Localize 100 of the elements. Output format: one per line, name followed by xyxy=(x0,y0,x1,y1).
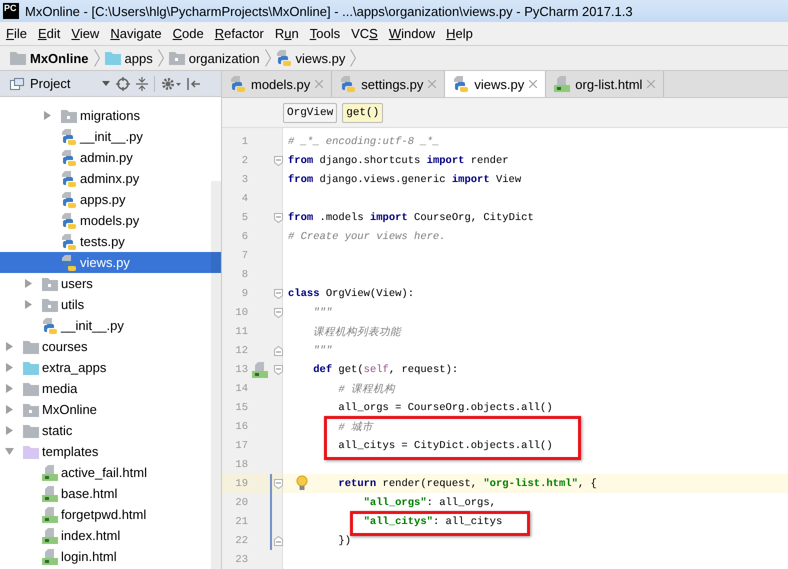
tree-item[interactable]: active_fail.html xyxy=(0,462,221,483)
fold-icon[interactable] xyxy=(274,478,282,488)
tree-item[interactable]: __init__.py xyxy=(0,315,221,336)
tree-item[interactable]: extra_apps xyxy=(0,357,221,378)
folder-icon xyxy=(23,424,39,438)
menu-item[interactable]: Help xyxy=(440,26,478,41)
line-number: 22 xyxy=(234,534,248,546)
html-file-icon xyxy=(252,362,268,378)
html-file-icon xyxy=(42,506,58,522)
line-number: 8 xyxy=(240,268,248,280)
breadcrumb[interactable]: apps xyxy=(104,50,153,66)
code-line: "all_citys": all_citys xyxy=(364,516,502,528)
tree-item[interactable]: login.html xyxy=(0,546,221,567)
tree-item[interactable]: forgetpwd.html xyxy=(0,504,221,525)
fold-icon[interactable] xyxy=(274,156,282,166)
python-file-icon xyxy=(61,192,77,208)
tree-item[interactable]: static xyxy=(0,420,221,441)
chevron-icon xyxy=(264,49,271,67)
fold-icon[interactable] xyxy=(274,346,282,356)
expanded-arrow-icon[interactable] xyxy=(5,447,14,456)
menu-item[interactable]: Code xyxy=(166,26,209,41)
tree-item[interactable]: MxOnline xyxy=(0,399,221,420)
close-icon[interactable] xyxy=(647,80,656,88)
pin-left-icon[interactable] xyxy=(187,76,201,90)
scroll-bar[interactable] xyxy=(211,181,221,569)
tree-item[interactable]: migrations xyxy=(0,105,221,126)
tree-item[interactable]: templates xyxy=(0,441,221,462)
tree-item[interactable]: media xyxy=(0,378,221,399)
view-dropdown[interactable]: Project xyxy=(10,76,110,91)
fold-icon[interactable] xyxy=(274,364,282,374)
html-file-icon xyxy=(42,464,58,480)
tree-item[interactable]: __init__.py xyxy=(0,126,221,147)
line-number: 13 xyxy=(234,364,248,376)
collapse-icon[interactable] xyxy=(136,76,148,90)
code-line: class OrgView(View): xyxy=(288,288,414,300)
menu-item[interactable]: Window xyxy=(382,26,440,41)
folder-icon xyxy=(168,51,185,65)
menu-item[interactable]: Refactor xyxy=(208,26,269,41)
chevron-icon xyxy=(158,49,164,67)
line-number: 10 xyxy=(234,306,248,318)
target-icon[interactable] xyxy=(116,76,130,90)
tree-item[interactable]: index.html xyxy=(0,525,221,546)
python-file-icon xyxy=(230,76,246,92)
python-file-icon xyxy=(453,76,470,92)
tree-item[interactable]: utils xyxy=(0,294,221,315)
menu-item[interactable]: Edit xyxy=(32,26,66,41)
collapsed-arrow-icon[interactable] xyxy=(5,384,14,393)
tree-item[interactable]: admin.py xyxy=(0,147,221,168)
line-number: 18 xyxy=(234,458,248,470)
tree-item[interactable]: base.html xyxy=(0,483,221,504)
tree-item[interactable]: users xyxy=(0,273,221,294)
lightbulb-icon[interactable] xyxy=(296,475,308,491)
code-line: from .models import CourseOrg, CityDict xyxy=(288,212,534,224)
line-number: 7 xyxy=(240,250,248,262)
menu-item[interactable]: Navigate xyxy=(104,26,167,41)
collapsed-arrow-icon[interactable] xyxy=(5,363,14,372)
html-file-icon xyxy=(42,486,58,502)
structure-crumb[interactable]: get() xyxy=(342,102,384,122)
tree-item[interactable]: tests.py xyxy=(0,231,221,252)
collapsed-arrow-icon[interactable] xyxy=(24,300,33,309)
breadcrumb[interactable]: views.py xyxy=(276,50,346,66)
tree-item[interactable]: adminx.py xyxy=(0,168,221,189)
tree-item[interactable]: courses xyxy=(0,336,221,357)
code-line: # _*_ encoding:utf-8 _*_ xyxy=(288,136,440,148)
collapsed-arrow-icon[interactable] xyxy=(43,111,52,120)
folder-icon xyxy=(23,382,39,396)
menu-item[interactable]: Run xyxy=(268,26,304,41)
line-number: 3 xyxy=(240,174,248,186)
menu-item[interactable]: View xyxy=(65,26,104,41)
collapsed-arrow-icon[interactable] xyxy=(5,405,14,414)
python-file-icon xyxy=(61,234,77,250)
close-icon[interactable] xyxy=(428,80,436,88)
fold-icon[interactable] xyxy=(274,288,282,298)
fold-icon[interactable] xyxy=(274,212,282,222)
file-tab[interactable]: views.py xyxy=(445,71,546,97)
menu-item[interactable]: Tools xyxy=(304,26,346,41)
breadcrumb[interactable]: MxOnline xyxy=(10,50,89,66)
tree-item[interactable]: apps.py xyxy=(0,189,221,210)
menu-item[interactable]: File xyxy=(0,26,32,41)
fold-icon[interactable] xyxy=(274,308,282,318)
breadcrumb[interactable]: organization xyxy=(168,50,260,66)
collapsed-arrow-icon[interactable] xyxy=(5,342,14,351)
app-logo: PC xyxy=(3,3,19,19)
code-editor[interactable] xyxy=(222,128,788,569)
collapsed-arrow-icon[interactable] xyxy=(24,279,33,288)
close-icon[interactable] xyxy=(529,80,538,88)
settings-icon[interactable] xyxy=(161,76,181,90)
collapsed-arrow-icon[interactable] xyxy=(5,426,14,435)
tree-item[interactable]: models.py xyxy=(0,210,221,231)
menu-item[interactable]: VCS xyxy=(345,26,383,41)
python-file-icon xyxy=(61,150,77,166)
tree-item[interactable]: views.py xyxy=(0,252,221,273)
window-title: MxOnline - [C:\Users\hlg\PycharmProjects\MxOnline] - ...\apps\organization\views.py - PyCharm 2017.1.3 xyxy=(25,4,633,18)
fold-icon[interactable] xyxy=(274,536,282,546)
line-number: 19 xyxy=(234,478,248,490)
structure-crumb[interactable]: OrgView xyxy=(283,102,338,122)
close-icon[interactable] xyxy=(315,80,324,88)
code-line: from django.shortcuts import render xyxy=(288,154,509,166)
chevron-icon xyxy=(350,49,356,67)
code-line: # Create your views here. xyxy=(288,230,446,242)
